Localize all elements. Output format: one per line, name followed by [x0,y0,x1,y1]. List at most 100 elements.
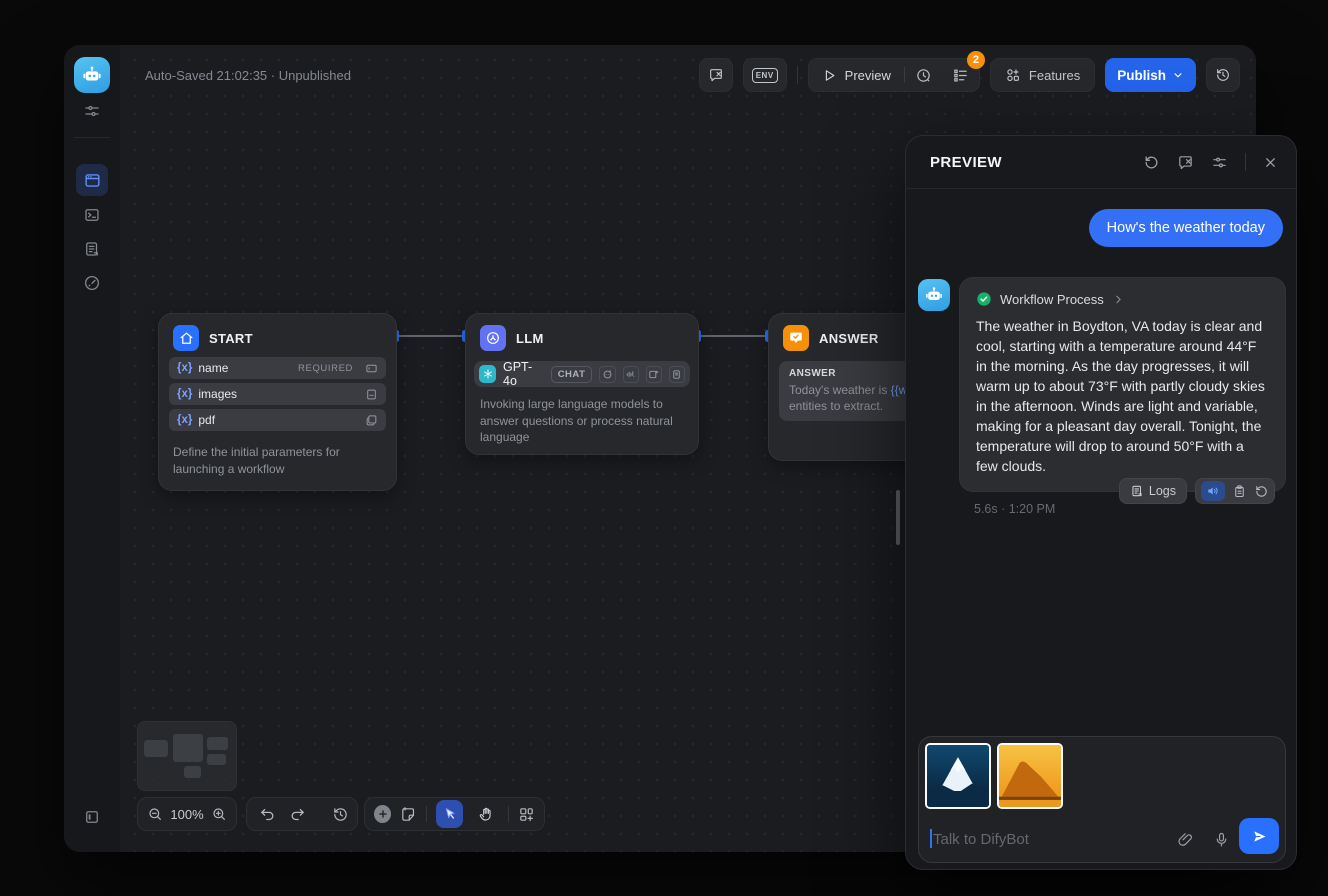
start-field-name[interactable]: {x} name REQUIRED [169,357,386,379]
restart-conversation-button[interactable] [1143,154,1160,171]
zoom-level[interactable]: 100% [170,807,203,822]
home-icon [173,325,199,351]
preview-button-label: Preview [845,68,891,83]
start-field-images[interactable]: {x} images [169,383,386,405]
message-actions: Logs [1119,478,1275,504]
minimap[interactable] [137,721,237,791]
pointer-icon [442,806,458,822]
robot-icon [81,64,103,86]
regenerate-message-button[interactable] [1254,484,1269,499]
publish-button[interactable]: Publish [1105,58,1196,92]
pointer-tool-button[interactable] [436,800,463,828]
run-history-button[interactable] [905,67,942,84]
refresh-icon [1143,154,1160,171]
chat-clear-icon [1177,154,1194,171]
minimap-node [207,737,228,750]
document-capability-icon [669,366,685,383]
collapse-sidebar-button[interactable] [78,803,106,831]
features-icon [1005,67,1021,83]
node-description: Invoking large language models to answer… [466,387,698,458]
add-note-button[interactable] [400,806,417,823]
robot-icon [924,285,944,305]
variable-braces-icon: {x} [177,362,192,374]
clear-chat-button[interactable] [1177,154,1194,171]
zoom-controls: 100% [137,797,237,831]
preview-button[interactable]: Preview [809,68,904,83]
play-icon [822,68,837,83]
user-message-bubble: How's the weather today [1089,209,1283,247]
minimap-node [173,734,203,762]
node-title: START [209,331,253,346]
attached-image-blue-mountain[interactable] [925,743,991,809]
file-field-icon [365,414,378,427]
features-button[interactable]: Features [990,58,1095,92]
node-description: Define the initial parameters for launch… [159,435,396,489]
bot-avatar [918,279,950,311]
bot-message-card: Workflow Process The weather in Boydton,… [959,277,1286,492]
conversation-settings-button[interactable] [1211,154,1228,171]
close-panel-button[interactable] [1263,155,1278,170]
zoom-out-button[interactable] [147,806,163,822]
hand-tool-button[interactable] [472,800,499,828]
sidebar-item-terminal[interactable] [78,201,106,229]
sidebar-item-monitoring[interactable] [78,269,106,297]
answer-icon [783,325,809,351]
copy-message-button[interactable] [1232,484,1247,499]
undo-icon [259,806,276,823]
attached-image-orange-mountain[interactable] [997,743,1063,809]
chat-clear-icon [708,67,724,83]
text-input-icon [365,362,378,375]
chat-mode-badge: CHAT [551,366,593,383]
env-button[interactable]: ENV [743,58,787,92]
chevron-down-icon [1172,69,1184,81]
add-node-button[interactable] [374,805,391,823]
change-history-button[interactable] [332,806,349,823]
node-llm[interactable]: LLM GPT-4o CHAT Invoking large language … [465,313,699,455]
variable-braces-icon: {x} [177,414,192,426]
logs-button[interactable]: Logs [1119,478,1187,504]
version-history-button[interactable] [1206,58,1240,92]
vision-capability-icon [599,366,615,383]
app-settings-button[interactable] [78,97,106,125]
logs-icon [1130,484,1144,498]
redo-button[interactable] [289,806,306,823]
close-icon [1263,155,1278,170]
start-field-pdf[interactable]: {x} pdf [169,409,386,431]
chat-input[interactable] [933,825,1163,853]
topbar-divider [797,66,798,84]
desktop-background: Auto-Saved 21:02:35 · Unpublished ENV Pr… [0,0,1328,896]
node-start[interactable]: START {x} name REQUIRED {x} images {x} p… [158,313,397,491]
speaker-icon [1206,484,1220,498]
voice-input-button[interactable] [1213,831,1230,853]
paperclip-icon [1177,831,1194,848]
undo-button[interactable] [259,806,276,823]
sidebar-item-orchestrate[interactable] [76,164,108,196]
sidebar [64,45,120,852]
history-controls [246,797,358,831]
app-avatar[interactable] [74,57,110,93]
zoom-out-icon [147,806,163,822]
gpt-model-icon [479,365,496,383]
send-button[interactable] [1239,818,1279,854]
organize-nodes-button[interactable] [518,806,535,823]
llm-model-selector[interactable]: GPT-4o CHAT [474,361,690,387]
checklist-button[interactable]: 2 [942,67,979,84]
workflow-process-label: Workflow Process [1000,292,1104,307]
logs-button-label: Logs [1149,484,1176,498]
attach-file-button[interactable] [1177,831,1194,853]
node-tools [364,797,545,831]
sidebar-item-logs[interactable] [78,235,106,263]
copy-icon [1232,484,1247,499]
speak-message-button[interactable] [1201,481,1225,501]
text-cursor [930,829,932,848]
minimap-node [184,766,201,778]
zoom-in-button[interactable] [211,806,227,822]
regenerate-icon [1254,484,1269,499]
image-field-icon [365,388,378,401]
canvas-scrollbar[interactable] [896,490,900,545]
run-history-icon [915,67,932,84]
workflow-process-toggle[interactable]: Workflow Process [976,291,1269,307]
topbar-actions: ENV Preview 2 [699,58,1240,92]
clear-chat-button[interactable] [699,58,733,92]
logs-icon [83,240,101,258]
